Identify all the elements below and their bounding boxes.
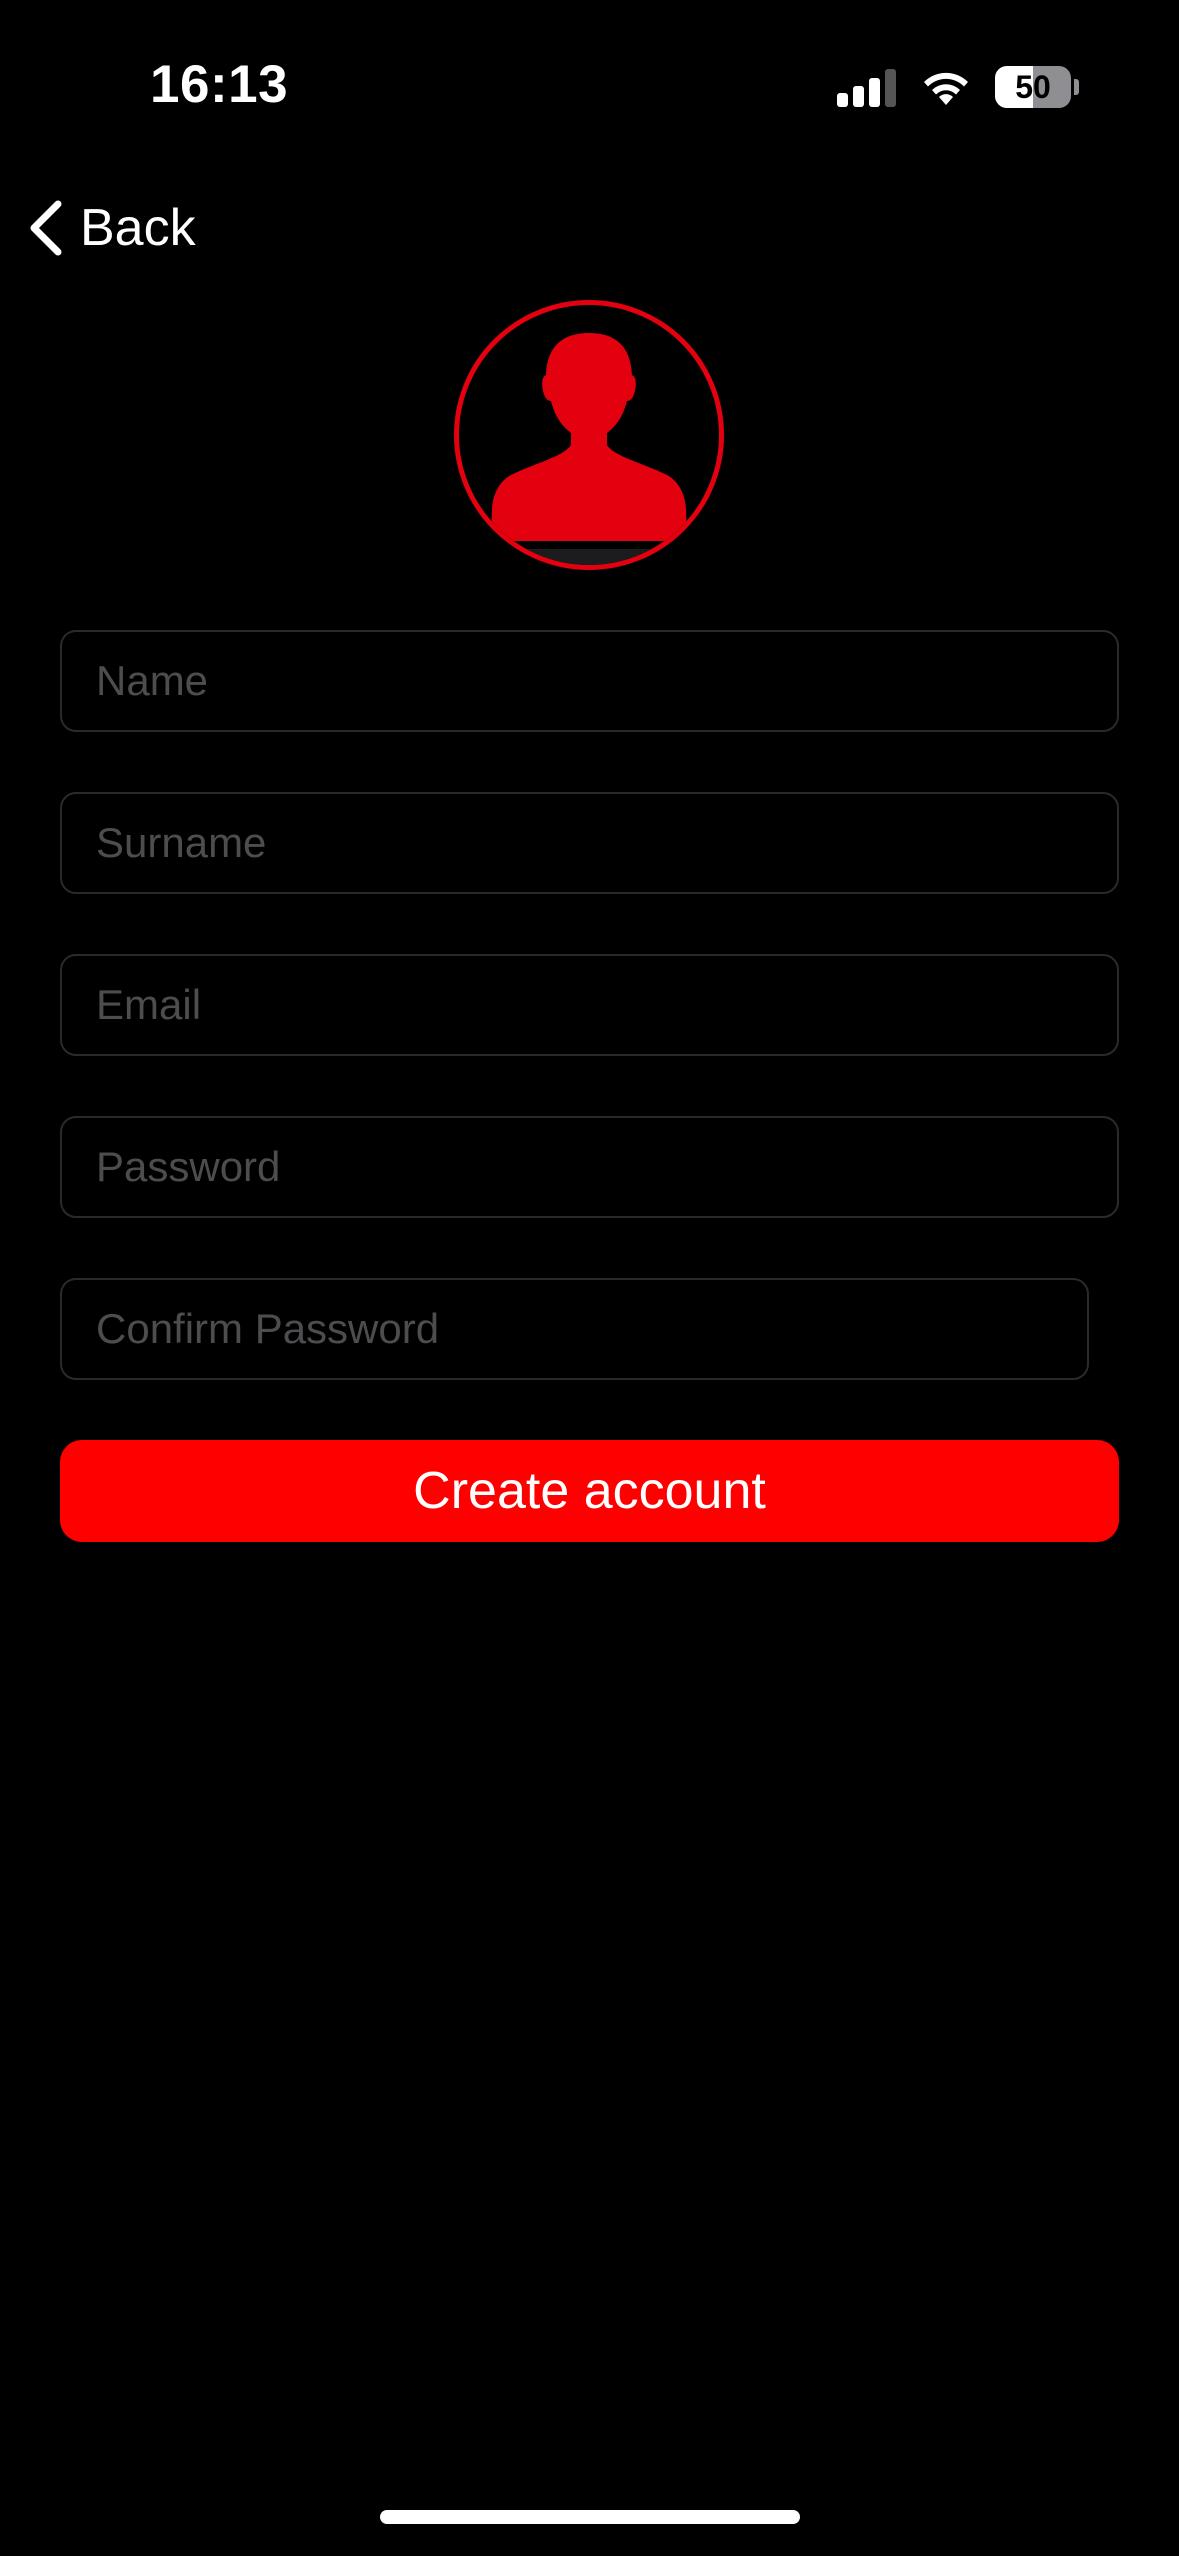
home-indicator[interactable] xyxy=(380,2510,800,2524)
email-field-wrapper xyxy=(60,954,1119,1056)
status-icons: 50 xyxy=(837,62,1079,112)
password-field-wrapper xyxy=(60,1116,1119,1218)
wifi-icon xyxy=(924,72,968,105)
email-input[interactable] xyxy=(62,956,1117,1054)
cellular-signal-icon xyxy=(837,67,897,107)
password-input[interactable] xyxy=(62,1118,1117,1216)
back-button[interactable]: Back xyxy=(26,190,196,266)
create-account-button[interactable]: Create account xyxy=(60,1440,1119,1542)
battery-percentage: 50 xyxy=(1015,69,1051,105)
chevron-left-icon xyxy=(30,200,62,256)
person-silhouette-icon xyxy=(459,333,719,565)
signup-screen: 16:13 50 Back Name Surname Email Create … xyxy=(0,0,1179,2556)
status-time: 16:13 xyxy=(150,55,289,114)
name-field-wrapper xyxy=(60,630,1119,732)
surname-field-wrapper xyxy=(60,792,1119,894)
confirm-password-field-wrapper xyxy=(60,1278,1089,1380)
surname-input[interactable] xyxy=(62,794,1117,892)
name-input[interactable] xyxy=(62,632,1117,730)
battery-icon: 50 xyxy=(995,66,1079,108)
back-label: Back xyxy=(80,199,196,257)
confirm-password-input[interactable] xyxy=(62,1280,1087,1378)
profile-avatar[interactable] xyxy=(454,300,724,570)
